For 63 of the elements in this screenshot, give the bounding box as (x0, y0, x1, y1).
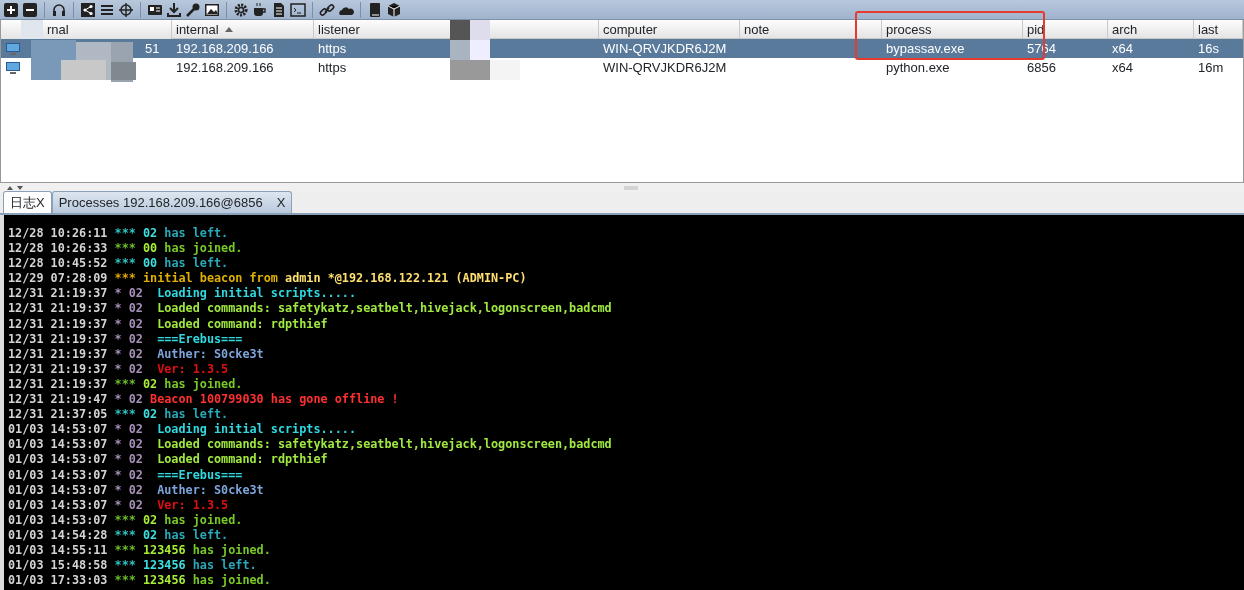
log-line: 01/03 14:53:07 * 02 Loaded command: rdpthief (8, 452, 329, 468)
log-line: 12/31 21:19:37 *** 02 has joined. (8, 376, 244, 393)
table-row[interactable]: 192.168.209.166 https WIN-QRVJKDR6J2M python.exe 6856 x64 16m (1, 58, 1243, 77)
log-line: 01/03 14:53:07 * 02 Loading initial scripts..... (8, 422, 358, 438)
log-line: 12/31 21:19:37 * 02 Ver: 1.3.5 (8, 361, 230, 377)
gear-icon[interactable] (233, 1, 249, 18)
log-line: 01/03 15:48:58 *** 123456 has left. (8, 558, 258, 574)
sort-ascending-icon (224, 27, 233, 32)
table-cell-text: https (317, 40, 348, 58)
image-icon[interactable] (204, 1, 220, 18)
table-cell-text: https (317, 59, 348, 77)
log-line: 01/03 14:53:07 * 02 Ver: 1.3.5 (8, 497, 230, 513)
download-icon[interactable] (166, 1, 182, 18)
cup-icon[interactable] (252, 1, 268, 18)
log-line: 01/03 14:55:11 *** 123456 has joined. (8, 542, 272, 559)
table-cell-text: 192.168.209.166 (175, 59, 275, 77)
log-line: 01/03 14:53:07 * 02 Loaded commands: safetykatz,seatbelt,hivejack,logonscreen,badcmd (8, 437, 613, 453)
table-cell-text: WIN-QRVJKDR6J2M (602, 59, 728, 77)
log-line: 12/31 21:19:47 * 02 Beacon 100799030 has gone offline ! (8, 392, 400, 408)
log-line: 12/31 21:19:37 * 02 Auther: S0cke3t (8, 346, 265, 362)
log-line: 12/28 10:26:11 *** 02 has left. (8, 226, 230, 242)
log-line: 12/31 21:19:37 * 02 Loaded commands: safetykatz,seatbelt,hivejack,logonscreen,badcmd (8, 301, 613, 317)
tab[interactable]: 日志X (3, 190, 52, 213)
log-line: 12/31 21:19:37 * 02 Loaded command: rdpthief (8, 316, 329, 332)
terminal-icon[interactable] (290, 1, 306, 18)
tab[interactable]: Processes 192.168.209.166@6856 X (51, 190, 293, 213)
computer-icon (5, 41, 21, 56)
log-line: 01/03 17:33:03 *** 123456 has joined. (8, 573, 272, 589)
log-line: 01/03 14:53:07 * 02 Auther: S0cke3t (8, 482, 265, 498)
close-button[interactable]: X (276, 194, 286, 210)
table-cell-text: WIN-QRVJKDR6J2M (602, 40, 728, 58)
computer-icon (5, 60, 21, 75)
table-cell-text: 6856 (1026, 59, 1057, 77)
collapse-arrows-icon[interactable] (6, 185, 24, 191)
add-icon[interactable] (3, 1, 19, 18)
link-icon[interactable] (319, 1, 335, 18)
remove-icon[interactable] (22, 1, 38, 18)
cube-icon[interactable] (386, 1, 402, 18)
table-cell-text: x64 (1111, 59, 1134, 77)
column-header[interactable]: rnal (1, 20, 172, 39)
log-line: 12/29 07:28:09 *** initial beacon from admin *@192.168.122.121 (ADMIN-PC) (8, 271, 528, 287)
redaction-mosaic (450, 20, 522, 82)
log-line: 12/31 21:19:37 * 02 ===Erebus=== (8, 331, 244, 347)
log-line: 01/03 14:54:28 *** 02 has left. (8, 527, 230, 543)
document-icon[interactable] (271, 1, 287, 18)
crosshair-icon[interactable] (118, 1, 134, 18)
log-line: 01/03 14:53:07 * 02 ===Erebus=== (8, 467, 244, 483)
book-icon[interactable] (367, 1, 383, 18)
table-cell-text: 16m (1197, 59, 1225, 77)
table-cell-text: x64 (1111, 40, 1134, 58)
log-line: 12/28 10:26:33 *** 00 has joined. (8, 241, 244, 257)
table-cell-text: bypassav.exe (885, 40, 966, 58)
network-icon[interactable] (80, 1, 96, 18)
key-icon[interactable] (185, 1, 201, 18)
table-cell-text: 51 (145, 40, 160, 58)
headphones-icon[interactable] (51, 1, 67, 18)
log-line: 01/03 14:53:07 *** 02 has joined. (8, 512, 244, 528)
table-cell-text: 16s (1197, 40, 1220, 58)
log-line: 12/28 10:45:52 *** 00 has left. (8, 256, 230, 272)
log-line: 12/31 21:37:05 *** 02 has left. (8, 407, 230, 423)
log-line: 12/31 21:19:37 * 02 Loading initial scripts..... (8, 286, 358, 302)
table-cell-text: 192.168.209.166 (175, 40, 275, 58)
table-cell-text: python.exe (885, 59, 951, 77)
